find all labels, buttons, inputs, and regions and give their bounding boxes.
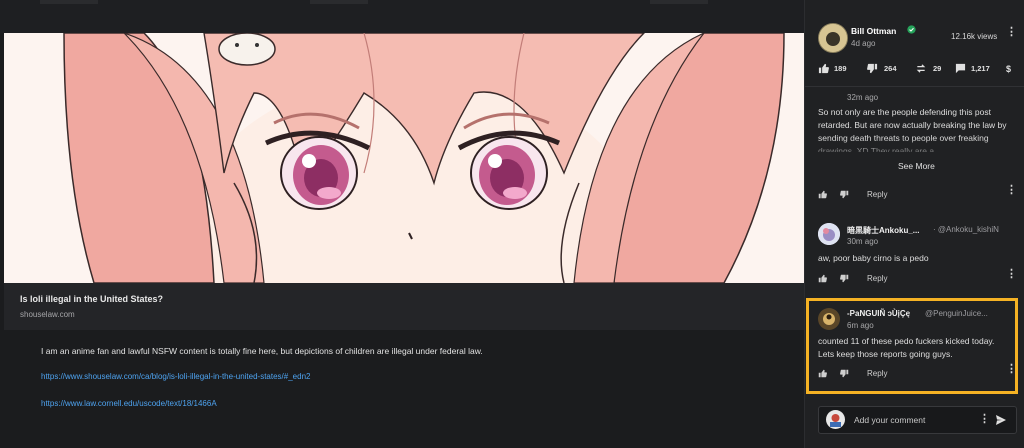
top-tab bbox=[650, 0, 708, 4]
comment-composer: ⋮ bbox=[818, 406, 1017, 434]
reply-button[interactable]: Reply bbox=[867, 190, 887, 199]
anime-girl-image bbox=[4, 33, 804, 283]
verified-check-icon bbox=[907, 25, 916, 34]
thumb-up-icon[interactable] bbox=[818, 190, 827, 199]
link-title[interactable]: Is loli illegal in the United States? bbox=[20, 294, 163, 304]
tip-dollar-icon[interactable]: $ bbox=[1006, 64, 1011, 74]
post-owner-header: Bill Ottman 4d ago 12.16k views ⋮ 189 26… bbox=[805, 0, 1024, 87]
upvote-count: 189 bbox=[834, 64, 847, 73]
reply-button[interactable]: Reply bbox=[867, 274, 887, 283]
comment-time: 32m ago bbox=[847, 93, 879, 102]
post-link[interactable]: https://www.shouselaw.com/ca/blog/is-lol… bbox=[41, 372, 310, 381]
comment-author[interactable]: -PaNGUIÑ ɔÙįÇę bbox=[847, 309, 910, 318]
downvote-count: 264 bbox=[884, 64, 897, 73]
owner-post-time: 4d ago bbox=[851, 39, 876, 48]
comment-item: 暗黒騎士Ankoku_... · @Ankoku_kishiN 30m ago … bbox=[805, 218, 1024, 288]
comment-item: -PaNGUIÑ ɔÙįÇę @PenguinJuice... 6m ago c… bbox=[805, 305, 1024, 385]
comment-text: aw, poor baby cirno is a pedo bbox=[818, 253, 929, 263]
post-image[interactable] bbox=[4, 33, 804, 283]
reply-button[interactable]: Reply bbox=[867, 369, 887, 378]
comment-avatar[interactable] bbox=[818, 308, 840, 330]
link-domain: shouselaw.com bbox=[20, 310, 75, 319]
see-more-link[interactable]: See More bbox=[898, 161, 935, 171]
text-fade bbox=[805, 138, 1024, 162]
comment-menu-icon[interactable]: ⋮ bbox=[1006, 269, 1017, 280]
comment-handle[interactable]: · @Ankoku_kishiN bbox=[933, 225, 999, 234]
composer-avatar bbox=[826, 410, 845, 429]
comment-count: 1,217 bbox=[971, 64, 990, 73]
thumb-down-icon[interactable] bbox=[840, 190, 849, 199]
thumb-up-icon bbox=[818, 63, 829, 74]
comment-icon bbox=[955, 63, 966, 74]
comment-avatar-image bbox=[818, 223, 840, 245]
comments-sidebar: Bill Ottman 4d ago 12.16k views ⋮ 189 26… bbox=[804, 0, 1024, 448]
comment-item: 32m ago So not only are the people defen… bbox=[805, 86, 1024, 199]
remind-icon bbox=[916, 64, 926, 73]
post-link[interactable]: https://www.law.cornell.edu/uscode/text/… bbox=[41, 399, 217, 408]
owner-avatar[interactable] bbox=[818, 23, 848, 53]
thumb-up-icon[interactable] bbox=[818, 274, 827, 283]
send-icon[interactable] bbox=[995, 414, 1007, 426]
post-menu-icon[interactable]: ⋮ bbox=[1006, 27, 1017, 38]
comment-menu-icon[interactable]: ⋮ bbox=[1006, 364, 1017, 375]
comment-text: counted 11 of these pedo fuckers kicked … bbox=[818, 336, 995, 359]
view-count: 12.16k views bbox=[951, 32, 998, 41]
comment-menu-icon[interactable]: ⋮ bbox=[1006, 185, 1017, 196]
top-tab bbox=[310, 0, 368, 4]
thumb-down-icon[interactable] bbox=[840, 274, 849, 283]
comment-avatar-image bbox=[818, 308, 840, 330]
remind-count: 29 bbox=[933, 64, 942, 73]
thumb-up-icon[interactable] bbox=[818, 369, 827, 378]
post-body: I am an anime fan and lawful NSFW conten… bbox=[4, 330, 804, 448]
composer-avatar-image bbox=[826, 410, 845, 429]
owner-avatar-image bbox=[819, 24, 847, 52]
thumb-down-icon[interactable] bbox=[840, 369, 849, 378]
top-bar bbox=[0, 0, 804, 33]
owner-name[interactable]: Bill Ottman bbox=[851, 26, 896, 36]
thumb-down-icon bbox=[867, 63, 878, 74]
comment-handle[interactable]: @PenguinJuice... bbox=[925, 309, 988, 318]
link-preview-card[interactable]: Is loli illegal in the United States? sh… bbox=[4, 283, 804, 330]
comment-author[interactable]: 暗黒騎士Ankoku_... bbox=[847, 225, 919, 236]
comment-input[interactable] bbox=[852, 412, 976, 428]
comment-time: 6m ago bbox=[847, 321, 874, 330]
top-tab bbox=[40, 0, 98, 4]
comment-time: 30m ago bbox=[847, 237, 879, 246]
post-text: I am an anime fan and lawful NSFW conten… bbox=[41, 346, 483, 356]
comment-avatar[interactable] bbox=[818, 223, 840, 245]
composer-menu-icon[interactable]: ⋮ bbox=[979, 414, 990, 425]
